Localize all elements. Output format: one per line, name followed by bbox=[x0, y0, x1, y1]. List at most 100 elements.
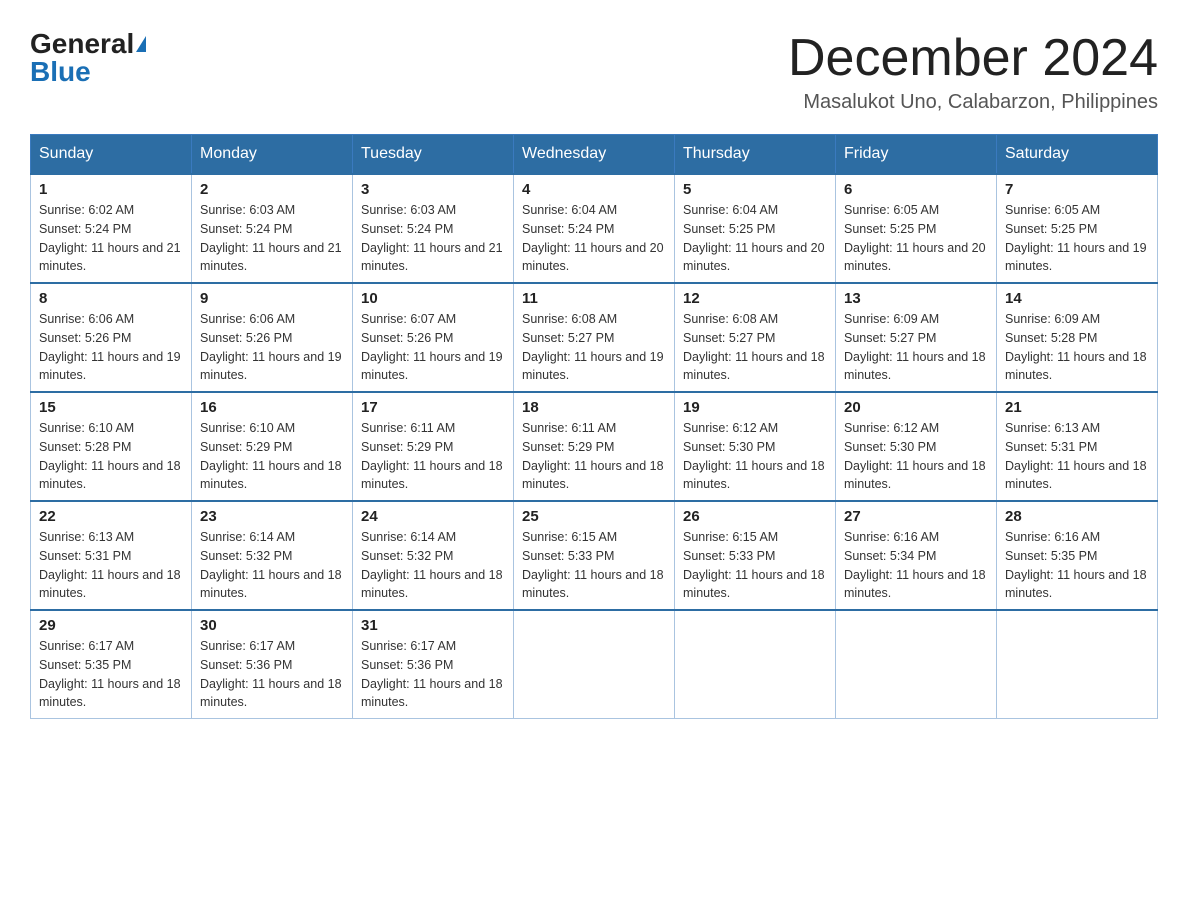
weekday-header-wednesday: Wednesday bbox=[514, 135, 675, 175]
day-number: 9 bbox=[200, 290, 344, 307]
day-info: Sunrise: 6:09 AM Sunset: 5:27 PM Dayligh… bbox=[844, 310, 988, 385]
weekday-header-tuesday: Tuesday bbox=[353, 135, 514, 175]
day-number: 5 bbox=[683, 181, 827, 198]
day-number: 30 bbox=[200, 617, 344, 634]
calendar-cell: 4 Sunrise: 6:04 AM Sunset: 5:24 PM Dayli… bbox=[514, 174, 675, 283]
day-info: Sunrise: 6:13 AM Sunset: 5:31 PM Dayligh… bbox=[1005, 419, 1149, 494]
calendar-cell: 11 Sunrise: 6:08 AM Sunset: 5:27 PM Dayl… bbox=[514, 283, 675, 392]
day-number: 26 bbox=[683, 508, 827, 525]
day-number: 19 bbox=[683, 399, 827, 416]
day-number: 8 bbox=[39, 290, 183, 307]
day-number: 15 bbox=[39, 399, 183, 416]
calendar-cell: 16 Sunrise: 6:10 AM Sunset: 5:29 PM Dayl… bbox=[192, 392, 353, 501]
day-info: Sunrise: 6:11 AM Sunset: 5:29 PM Dayligh… bbox=[361, 419, 505, 494]
day-number: 28 bbox=[1005, 508, 1149, 525]
calendar-week-row: 22 Sunrise: 6:13 AM Sunset: 5:31 PM Dayl… bbox=[31, 501, 1158, 610]
calendar-cell: 14 Sunrise: 6:09 AM Sunset: 5:28 PM Dayl… bbox=[997, 283, 1158, 392]
calendar-week-row: 29 Sunrise: 6:17 AM Sunset: 5:35 PM Dayl… bbox=[31, 610, 1158, 719]
day-number: 1 bbox=[39, 181, 183, 198]
day-info: Sunrise: 6:09 AM Sunset: 5:28 PM Dayligh… bbox=[1005, 310, 1149, 385]
day-number: 3 bbox=[361, 181, 505, 198]
weekday-header-row: SundayMondayTuesdayWednesdayThursdayFrid… bbox=[31, 135, 1158, 175]
calendar-cell bbox=[675, 610, 836, 719]
day-info: Sunrise: 6:03 AM Sunset: 5:24 PM Dayligh… bbox=[200, 201, 344, 276]
day-info: Sunrise: 6:08 AM Sunset: 5:27 PM Dayligh… bbox=[683, 310, 827, 385]
day-info: Sunrise: 6:17 AM Sunset: 5:35 PM Dayligh… bbox=[39, 637, 183, 712]
calendar-cell: 23 Sunrise: 6:14 AM Sunset: 5:32 PM Dayl… bbox=[192, 501, 353, 610]
calendar-cell: 7 Sunrise: 6:05 AM Sunset: 5:25 PM Dayli… bbox=[997, 174, 1158, 283]
day-info: Sunrise: 6:13 AM Sunset: 5:31 PM Dayligh… bbox=[39, 528, 183, 603]
day-info: Sunrise: 6:02 AM Sunset: 5:24 PM Dayligh… bbox=[39, 201, 183, 276]
day-number: 2 bbox=[200, 181, 344, 198]
title-block: December 2024 Masalukot Uno, Calabarzon,… bbox=[788, 30, 1158, 114]
calendar-cell: 15 Sunrise: 6:10 AM Sunset: 5:28 PM Dayl… bbox=[31, 392, 192, 501]
calendar-cell: 6 Sunrise: 6:05 AM Sunset: 5:25 PM Dayli… bbox=[836, 174, 997, 283]
day-number: 16 bbox=[200, 399, 344, 416]
day-number: 18 bbox=[522, 399, 666, 416]
calendar-cell: 20 Sunrise: 6:12 AM Sunset: 5:30 PM Dayl… bbox=[836, 392, 997, 501]
logo-triangle-icon bbox=[136, 36, 146, 52]
day-number: 24 bbox=[361, 508, 505, 525]
day-info: Sunrise: 6:14 AM Sunset: 5:32 PM Dayligh… bbox=[361, 528, 505, 603]
weekday-header-thursday: Thursday bbox=[675, 135, 836, 175]
day-number: 14 bbox=[1005, 290, 1149, 307]
calendar-cell: 27 Sunrise: 6:16 AM Sunset: 5:34 PM Dayl… bbox=[836, 501, 997, 610]
weekday-header-monday: Monday bbox=[192, 135, 353, 175]
calendar-cell: 28 Sunrise: 6:16 AM Sunset: 5:35 PM Dayl… bbox=[997, 501, 1158, 610]
day-info: Sunrise: 6:16 AM Sunset: 5:34 PM Dayligh… bbox=[844, 528, 988, 603]
day-info: Sunrise: 6:16 AM Sunset: 5:35 PM Dayligh… bbox=[1005, 528, 1149, 603]
day-info: Sunrise: 6:14 AM Sunset: 5:32 PM Dayligh… bbox=[200, 528, 344, 603]
calendar-cell: 29 Sunrise: 6:17 AM Sunset: 5:35 PM Dayl… bbox=[31, 610, 192, 719]
calendar-table: SundayMondayTuesdayWednesdayThursdayFrid… bbox=[30, 134, 1158, 719]
day-info: Sunrise: 6:08 AM Sunset: 5:27 PM Dayligh… bbox=[522, 310, 666, 385]
day-info: Sunrise: 6:04 AM Sunset: 5:24 PM Dayligh… bbox=[522, 201, 666, 276]
day-number: 7 bbox=[1005, 181, 1149, 198]
calendar-cell: 1 Sunrise: 6:02 AM Sunset: 5:24 PM Dayli… bbox=[31, 174, 192, 283]
day-info: Sunrise: 6:07 AM Sunset: 5:26 PM Dayligh… bbox=[361, 310, 505, 385]
calendar-cell: 19 Sunrise: 6:12 AM Sunset: 5:30 PM Dayl… bbox=[675, 392, 836, 501]
day-number: 10 bbox=[361, 290, 505, 307]
day-number: 4 bbox=[522, 181, 666, 198]
calendar-cell: 9 Sunrise: 6:06 AM Sunset: 5:26 PM Dayli… bbox=[192, 283, 353, 392]
logo-blue-text: Blue bbox=[30, 58, 91, 86]
calendar-cell: 24 Sunrise: 6:14 AM Sunset: 5:32 PM Dayl… bbox=[353, 501, 514, 610]
day-number: 11 bbox=[522, 290, 666, 307]
day-info: Sunrise: 6:03 AM Sunset: 5:24 PM Dayligh… bbox=[361, 201, 505, 276]
day-number: 22 bbox=[39, 508, 183, 525]
calendar-cell: 2 Sunrise: 6:03 AM Sunset: 5:24 PM Dayli… bbox=[192, 174, 353, 283]
day-number: 25 bbox=[522, 508, 666, 525]
calendar-cell: 13 Sunrise: 6:09 AM Sunset: 5:27 PM Dayl… bbox=[836, 283, 997, 392]
day-info: Sunrise: 6:04 AM Sunset: 5:25 PM Dayligh… bbox=[683, 201, 827, 276]
weekday-header-sunday: Sunday bbox=[31, 135, 192, 175]
calendar-cell: 21 Sunrise: 6:13 AM Sunset: 5:31 PM Dayl… bbox=[997, 392, 1158, 501]
day-number: 21 bbox=[1005, 399, 1149, 416]
calendar-cell: 22 Sunrise: 6:13 AM Sunset: 5:31 PM Dayl… bbox=[31, 501, 192, 610]
day-info: Sunrise: 6:06 AM Sunset: 5:26 PM Dayligh… bbox=[200, 310, 344, 385]
day-info: Sunrise: 6:11 AM Sunset: 5:29 PM Dayligh… bbox=[522, 419, 666, 494]
page-header: General Blue December 2024 Masalukot Uno… bbox=[30, 30, 1158, 114]
calendar-cell bbox=[836, 610, 997, 719]
location-subtitle: Masalukot Uno, Calabarzon, Philippines bbox=[788, 91, 1158, 114]
day-number: 27 bbox=[844, 508, 988, 525]
calendar-cell: 17 Sunrise: 6:11 AM Sunset: 5:29 PM Dayl… bbox=[353, 392, 514, 501]
day-info: Sunrise: 6:15 AM Sunset: 5:33 PM Dayligh… bbox=[683, 528, 827, 603]
day-info: Sunrise: 6:05 AM Sunset: 5:25 PM Dayligh… bbox=[844, 201, 988, 276]
logo: General Blue bbox=[30, 30, 146, 86]
day-number: 12 bbox=[683, 290, 827, 307]
day-info: Sunrise: 6:10 AM Sunset: 5:28 PM Dayligh… bbox=[39, 419, 183, 494]
calendar-cell: 3 Sunrise: 6:03 AM Sunset: 5:24 PM Dayli… bbox=[353, 174, 514, 283]
calendar-week-row: 8 Sunrise: 6:06 AM Sunset: 5:26 PM Dayli… bbox=[31, 283, 1158, 392]
day-info: Sunrise: 6:12 AM Sunset: 5:30 PM Dayligh… bbox=[844, 419, 988, 494]
calendar-cell bbox=[514, 610, 675, 719]
calendar-cell: 12 Sunrise: 6:08 AM Sunset: 5:27 PM Dayl… bbox=[675, 283, 836, 392]
calendar-cell: 25 Sunrise: 6:15 AM Sunset: 5:33 PM Dayl… bbox=[514, 501, 675, 610]
day-info: Sunrise: 6:12 AM Sunset: 5:30 PM Dayligh… bbox=[683, 419, 827, 494]
day-info: Sunrise: 6:17 AM Sunset: 5:36 PM Dayligh… bbox=[200, 637, 344, 712]
day-number: 29 bbox=[39, 617, 183, 634]
day-info: Sunrise: 6:10 AM Sunset: 5:29 PM Dayligh… bbox=[200, 419, 344, 494]
day-number: 6 bbox=[844, 181, 988, 198]
day-number: 20 bbox=[844, 399, 988, 416]
day-info: Sunrise: 6:17 AM Sunset: 5:36 PM Dayligh… bbox=[361, 637, 505, 712]
calendar-cell: 26 Sunrise: 6:15 AM Sunset: 5:33 PM Dayl… bbox=[675, 501, 836, 610]
calendar-cell bbox=[997, 610, 1158, 719]
